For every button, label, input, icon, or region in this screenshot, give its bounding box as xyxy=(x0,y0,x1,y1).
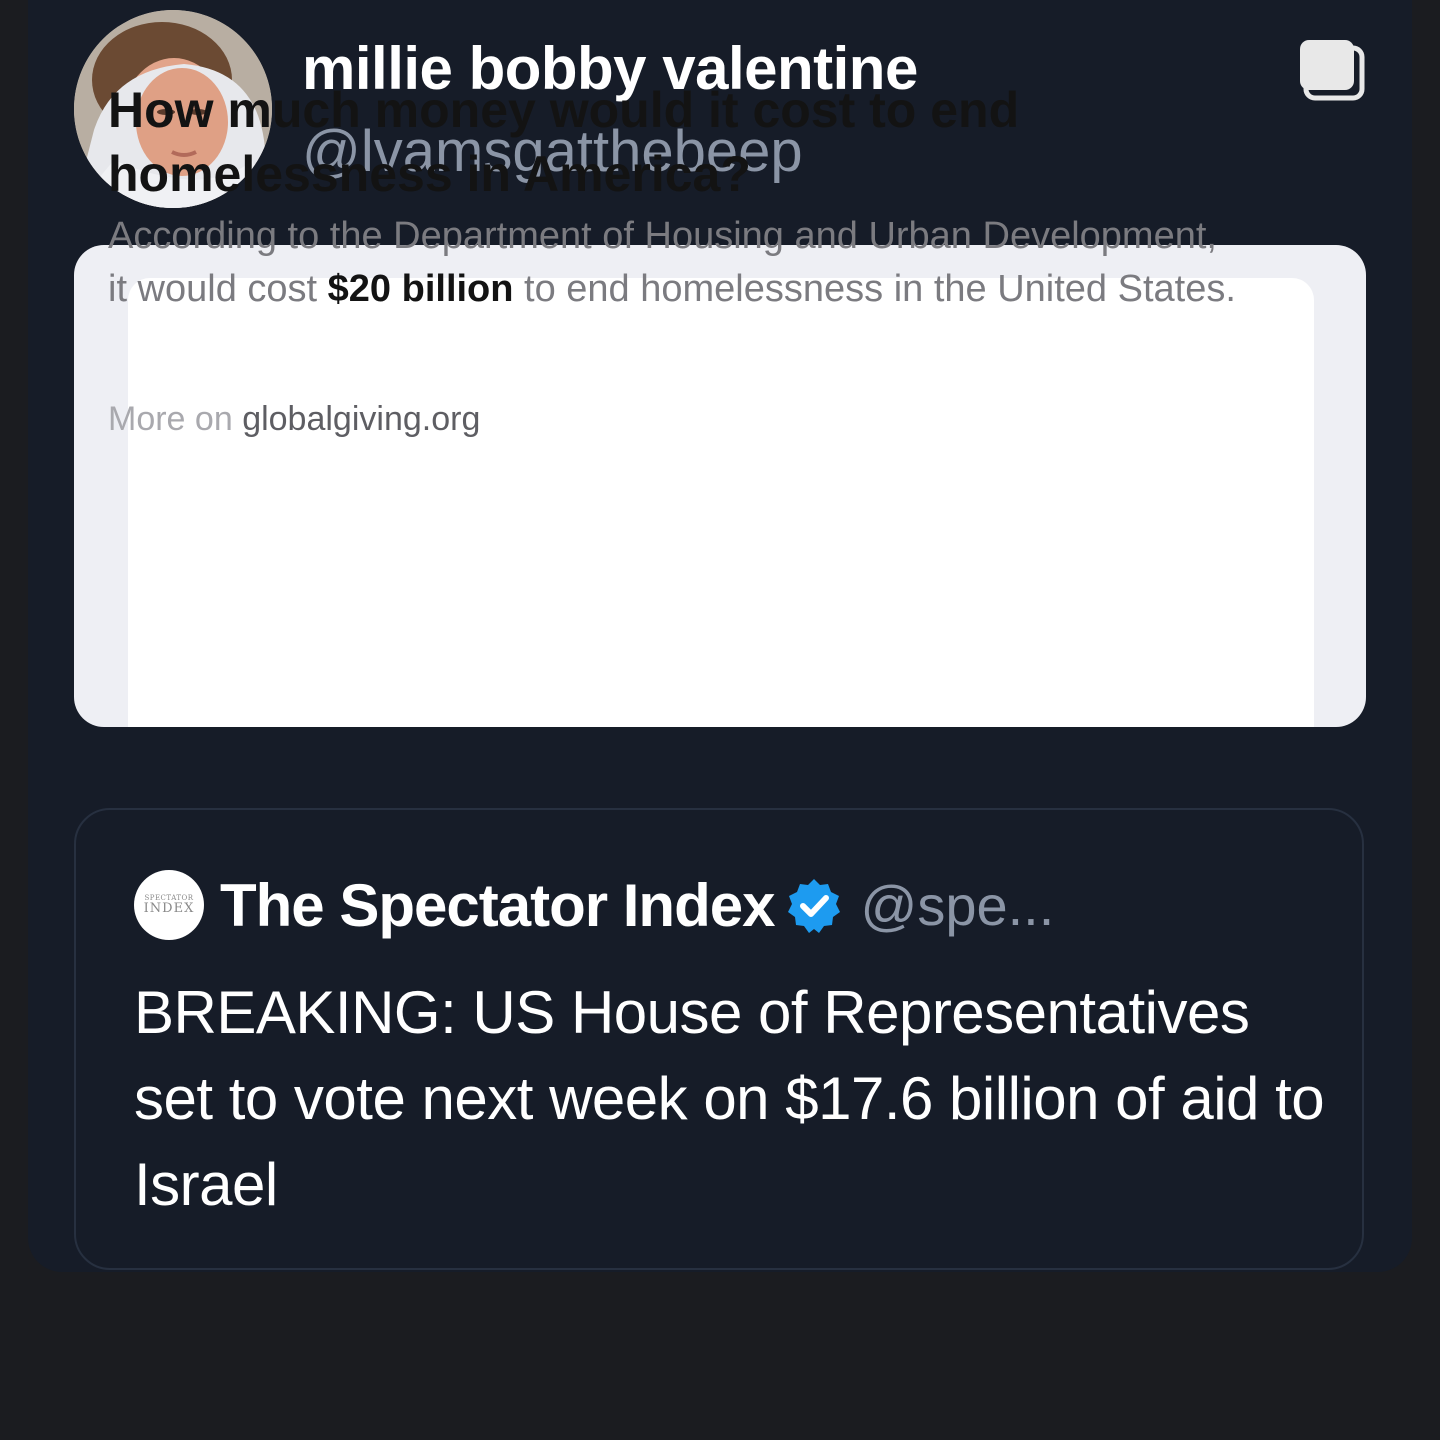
quoted-author-avatar[interactable]: SPECTATOR INDEX xyxy=(134,870,204,940)
quoted-post-card[interactable]: SPECTATOR INDEX The Spectator Index @spe… xyxy=(74,808,1364,1270)
answer-source[interactable]: More on globalgiving.org xyxy=(108,400,480,439)
source-prefix: More on xyxy=(108,400,243,438)
source-link[interactable]: globalgiving.org xyxy=(242,400,480,438)
answer-highlight: $20 billion xyxy=(327,268,514,310)
search-answer-card[interactable] xyxy=(74,245,1366,727)
verified-badge-icon xyxy=(788,879,841,933)
avatar-text-main: INDEX xyxy=(143,901,195,916)
quoted-author-name[interactable]: The Spectator Index xyxy=(220,871,775,940)
quoted-post-text: BREAKING: US House of Representatives se… xyxy=(134,979,1325,1218)
copy-icon[interactable] xyxy=(1298,36,1368,102)
answer-question: How much money would it cost to end home… xyxy=(108,82,1020,202)
answer-text-after: to end homelessness in the United States… xyxy=(513,268,1236,310)
quoted-post-header: SPECTATOR INDEX The Spectator Index @spe… xyxy=(134,868,1054,942)
answer-text: According to the Department of Housing a… xyxy=(108,210,1238,316)
answer-panel xyxy=(128,278,1314,727)
quoted-author-handle[interactable]: @spe... xyxy=(860,873,1054,938)
